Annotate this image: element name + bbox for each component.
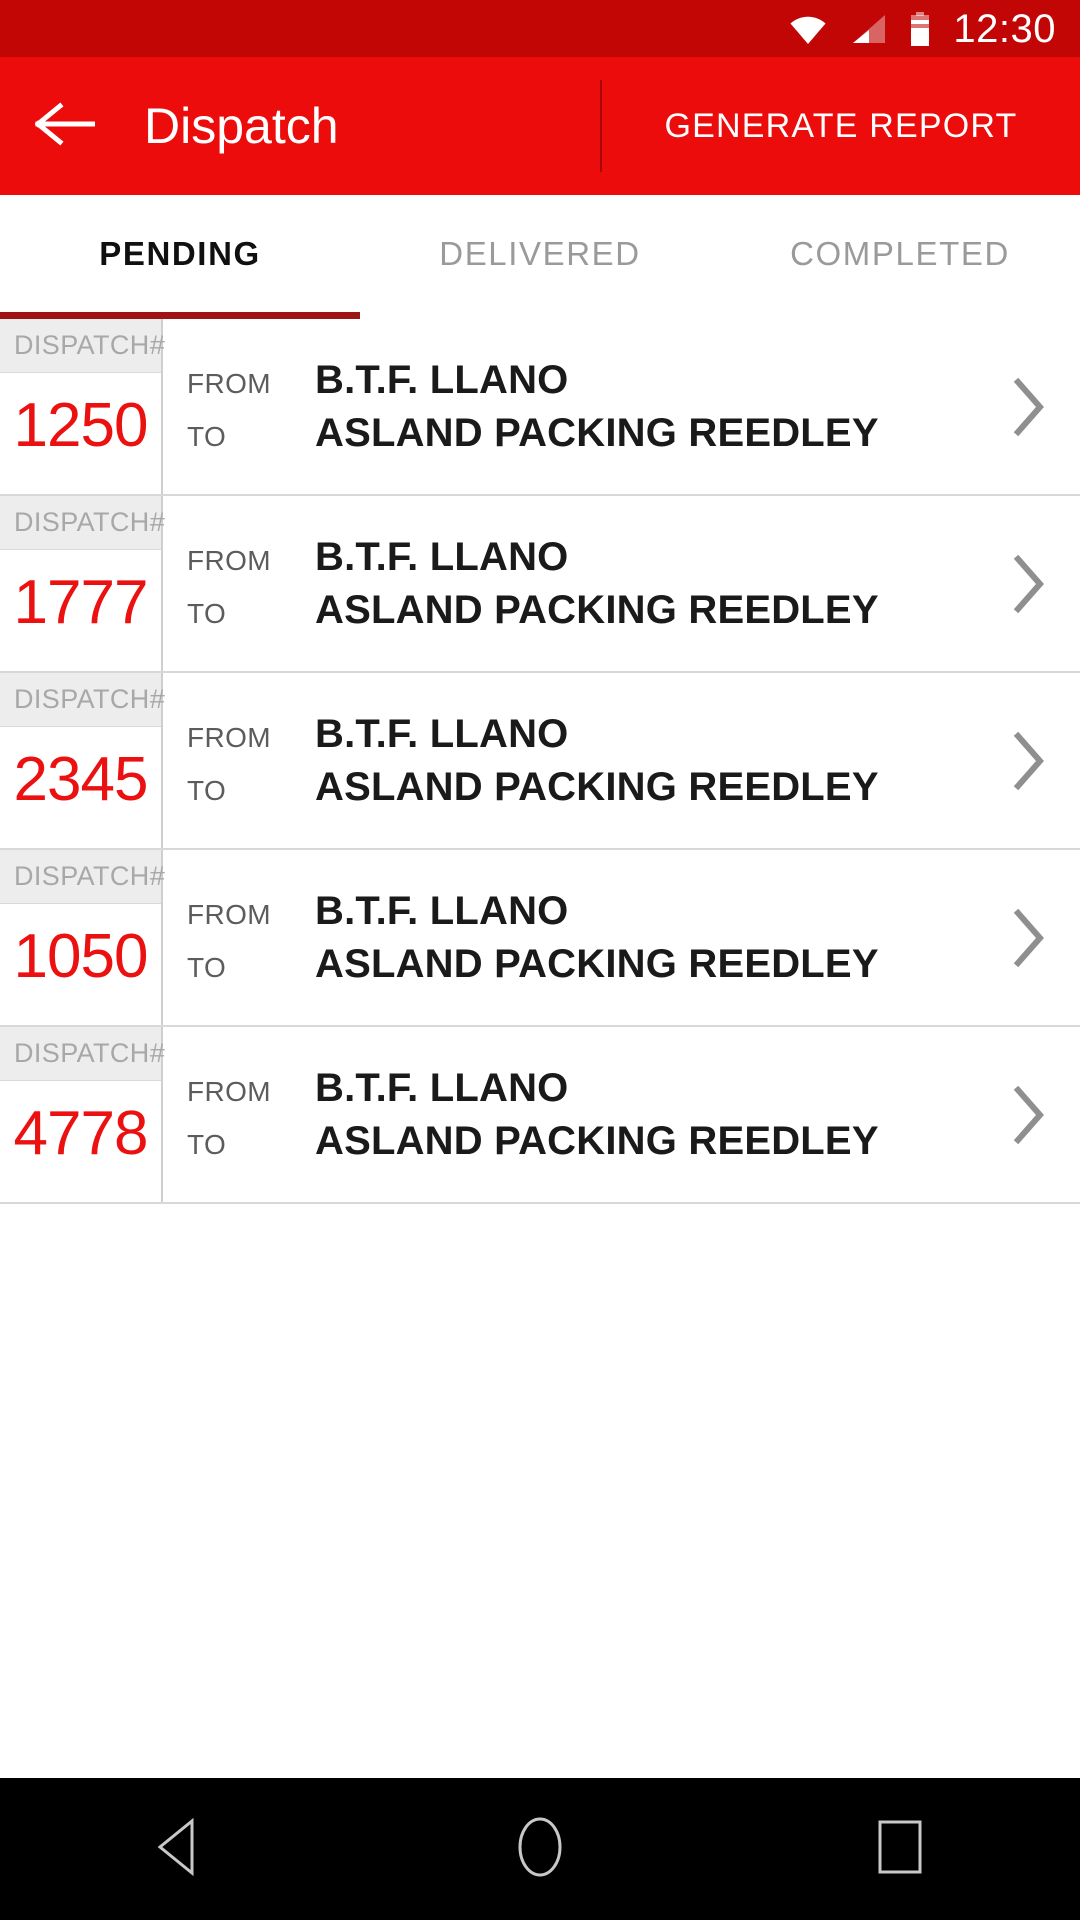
to-line: TO ASLAND PACKING REEDLEY bbox=[187, 588, 990, 633]
dispatch-number-cell: DISPATCH# 2345 bbox=[0, 673, 165, 848]
dispatch-number-value: 1050 bbox=[13, 922, 149, 991]
from-value: B.T.F. LLANO bbox=[315, 534, 569, 579]
route-info: FROM B.T.F. LLANO TO ASLAND PACKING REEDLEY bbox=[187, 535, 990, 633]
dispatch-number-value: 4778 bbox=[13, 1099, 149, 1168]
dispatch-route-cell: FROM B.T.F. LLANO TO ASLAND PACKING REEDLEY bbox=[163, 496, 1080, 671]
dispatch-number-value: 1250 bbox=[13, 391, 149, 460]
from-line: FROM B.T.F. LLANO bbox=[187, 535, 990, 580]
from-label: FROM bbox=[187, 721, 272, 753]
to-value: ASLAND PACKING REEDLEY bbox=[315, 1118, 879, 1163]
status-bar-icons bbox=[789, 11, 931, 46]
to-line: TO ASLAND PACKING REEDLEY bbox=[187, 411, 990, 456]
to-value: ASLAND PACKING REEDLEY bbox=[315, 410, 879, 455]
nav-back-triangle-icon bbox=[154, 1817, 206, 1881]
android-nav-bar bbox=[0, 1778, 1080, 1920]
from-label: FROM bbox=[187, 367, 272, 399]
table-row[interactable]: DISPATCH# 1050 FROM B.T.F. LLANO TO ASLAND PA… bbox=[0, 850, 1080, 1027]
to-line: TO ASLAND PACKING REEDLEY bbox=[187, 942, 990, 987]
from-line: FROM B.T.F. LLANO bbox=[187, 712, 990, 757]
to-label: TO bbox=[187, 951, 227, 983]
tab-active-indicator bbox=[0, 312, 360, 319]
chevron-right-icon[interactable] bbox=[990, 731, 1068, 790]
nav-home-circle-icon bbox=[516, 1816, 564, 1883]
table-row[interactable]: DISPATCH# 1250 FROM B.T.F. LLANO TO ASLAND PA… bbox=[0, 319, 1080, 496]
dispatch-route-cell: FROM B.T.F. LLANO TO ASLAND PACKING REEDLEY bbox=[163, 673, 1080, 848]
dispatch-list[interactable]: DISPATCH# 1250 FROM B.T.F. LLANO TO ASLAND PA… bbox=[0, 319, 1080, 1778]
chevron-right-icon[interactable] bbox=[990, 908, 1068, 967]
dispatch-screen: 12:30 Dispatch GENERATE REPORT PENDING D… bbox=[0, 0, 1080, 1920]
back-button[interactable] bbox=[0, 57, 130, 195]
dispatch-number-cell: DISPATCH# 1777 bbox=[0, 496, 165, 671]
chevron-right-icon[interactable] bbox=[990, 1085, 1068, 1144]
from-value: B.T.F. LLANO bbox=[315, 1065, 569, 1110]
tab-completed[interactable]: COMPLETED bbox=[720, 195, 1080, 319]
dispatch-number-label: DISPATCH# bbox=[0, 850, 165, 904]
dispatch-number-label: DISPATCH# bbox=[0, 673, 165, 727]
tab-pending[interactable]: PENDING bbox=[0, 195, 360, 319]
generate-report-button[interactable]: GENERATE REPORT bbox=[602, 106, 1080, 146]
to-label: TO bbox=[187, 1128, 227, 1160]
from-label: FROM bbox=[187, 898, 272, 930]
dispatch-number-label: DISPATCH# bbox=[0, 1027, 165, 1081]
dispatch-route-cell: FROM B.T.F. LLANO TO ASLAND PACKING REEDLEY bbox=[163, 319, 1080, 494]
nav-recents-button[interactable] bbox=[800, 1778, 1000, 1920]
table-row[interactable]: DISPATCH# 1777 FROM B.T.F. LLANO TO ASLAND PA… bbox=[0, 496, 1080, 673]
dispatch-number-cell: DISPATCH# 4778 bbox=[0, 1027, 165, 1202]
to-line: TO ASLAND PACKING REEDLEY bbox=[187, 765, 990, 810]
from-value: B.T.F. LLANO bbox=[315, 888, 569, 933]
to-line: TO ASLAND PACKING REEDLEY bbox=[187, 1119, 990, 1164]
to-label: TO bbox=[187, 774, 227, 806]
nav-back-button[interactable] bbox=[80, 1778, 280, 1920]
to-label: TO bbox=[187, 420, 227, 452]
dispatch-number-label: DISPATCH# bbox=[0, 319, 165, 373]
dispatch-number-label: DISPATCH# bbox=[0, 496, 165, 550]
arrow-left-icon bbox=[34, 101, 96, 151]
status-bar: 12:30 bbox=[0, 0, 1080, 57]
page-title: Dispatch bbox=[144, 98, 339, 154]
table-row[interactable]: DISPATCH# 2345 FROM B.T.F. LLANO TO ASLAND PA… bbox=[0, 673, 1080, 850]
from-label: FROM bbox=[187, 544, 272, 576]
chevron-right-icon[interactable] bbox=[990, 554, 1068, 613]
to-label: TO bbox=[187, 597, 227, 629]
dispatch-number-value: 2345 bbox=[13, 745, 149, 814]
nav-recents-square-icon bbox=[873, 1819, 927, 1880]
chevron-right-icon[interactable] bbox=[990, 377, 1068, 436]
dispatch-number-value: 1777 bbox=[13, 568, 149, 637]
nav-home-button[interactable] bbox=[440, 1778, 640, 1920]
route-info: FROM B.T.F. LLANO TO ASLAND PACKING REEDLEY bbox=[187, 358, 990, 456]
table-row[interactable]: DISPATCH# 4778 FROM B.T.F. LLANO TO ASLAND PA… bbox=[0, 1027, 1080, 1204]
dispatch-route-cell: FROM B.T.F. LLANO TO ASLAND PACKING REEDLEY bbox=[163, 1027, 1080, 1202]
from-label: FROM bbox=[187, 1075, 272, 1107]
dispatch-number-cell: DISPATCH# 1050 bbox=[0, 850, 165, 1025]
from-line: FROM B.T.F. LLANO bbox=[187, 1066, 990, 1111]
to-value: ASLAND PACKING REEDLEY bbox=[315, 764, 879, 809]
from-value: B.T.F. LLANO bbox=[315, 357, 569, 402]
battery-icon bbox=[909, 11, 931, 46]
from-value: B.T.F. LLANO bbox=[315, 711, 569, 756]
tab-delivered[interactable]: DELIVERED bbox=[360, 195, 720, 319]
route-info: FROM B.T.F. LLANO TO ASLAND PACKING REEDLEY bbox=[187, 1066, 990, 1164]
dispatch-route-cell: FROM B.T.F. LLANO TO ASLAND PACKING REEDLEY bbox=[163, 850, 1080, 1025]
cellular-signal-icon bbox=[849, 14, 887, 44]
route-info: FROM B.T.F. LLANO TO ASLAND PACKING REEDLEY bbox=[187, 889, 990, 987]
route-info: FROM B.T.F. LLANO TO ASLAND PACKING REEDLEY bbox=[187, 712, 990, 810]
status-bar-clock: 12:30 bbox=[953, 6, 1056, 51]
from-line: FROM B.T.F. LLANO bbox=[187, 889, 990, 934]
to-value: ASLAND PACKING REEDLEY bbox=[315, 587, 879, 632]
wifi-icon bbox=[789, 14, 827, 44]
from-line: FROM B.T.F. LLANO bbox=[187, 358, 990, 403]
app-bar: Dispatch GENERATE REPORT bbox=[0, 57, 1080, 195]
to-value: ASLAND PACKING REEDLEY bbox=[315, 941, 879, 986]
tab-bar: PENDING DELIVERED COMPLETED bbox=[0, 195, 1080, 319]
dispatch-number-cell: DISPATCH# 1250 bbox=[0, 319, 165, 494]
